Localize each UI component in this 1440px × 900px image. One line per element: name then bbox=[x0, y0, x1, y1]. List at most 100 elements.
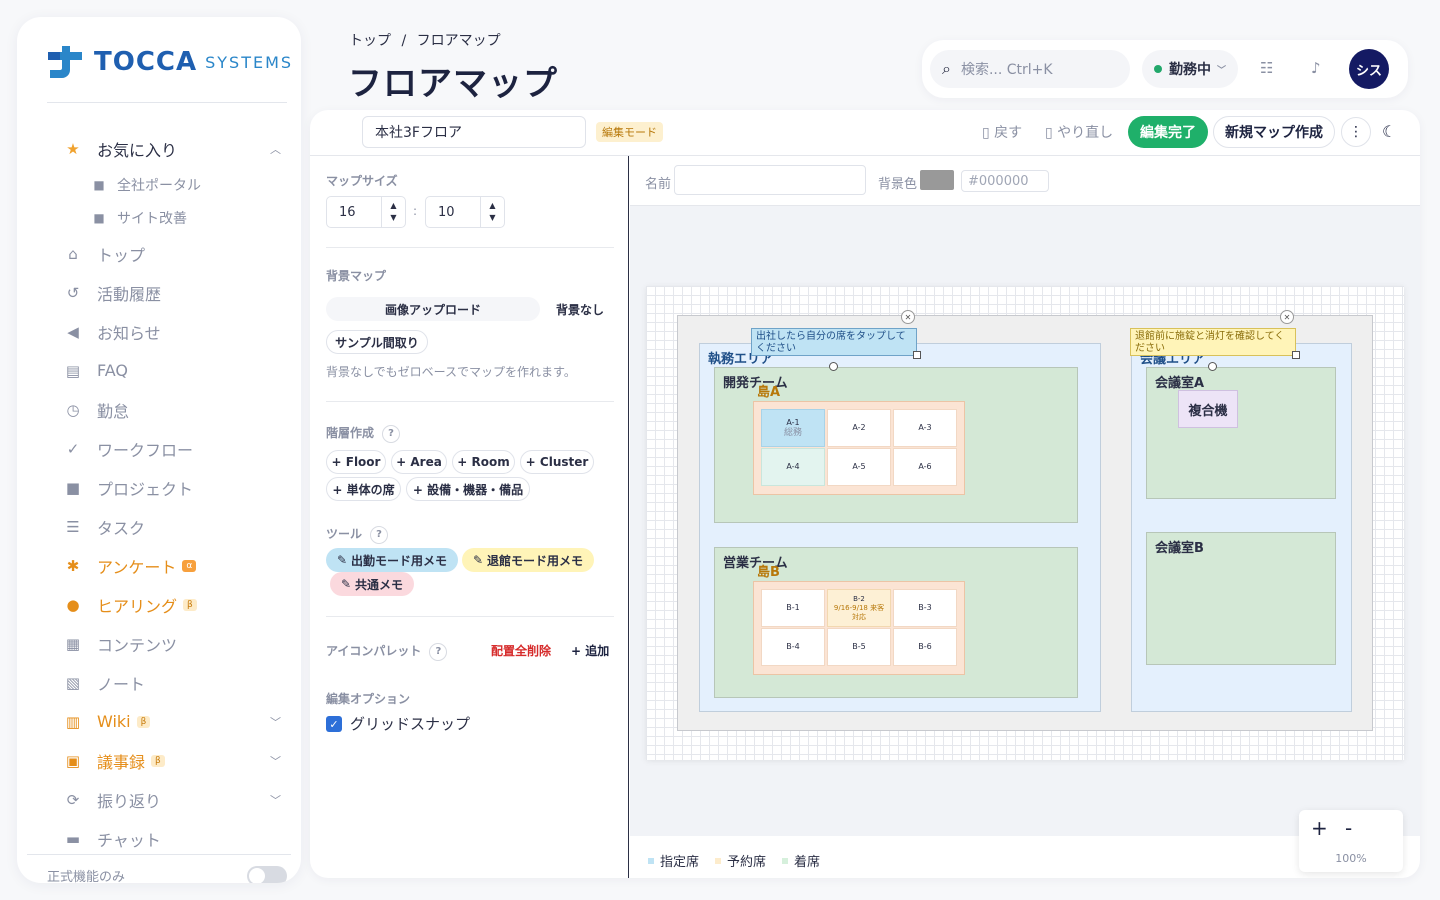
name-input[interactable] bbox=[674, 165, 866, 195]
checkin-memo[interactable]: 出社したら自分の席をタップしてください bbox=[751, 328, 917, 356]
sidebar-item-wiki[interactable]: ▥ Wiki β ﹀ bbox=[57, 702, 287, 741]
task-list-icon[interactable]: ☷ bbox=[1260, 59, 1273, 77]
sidebar-item-chat[interactable]: ▬ チャット bbox=[57, 819, 287, 858]
room-meeting-b-label: 会議室B bbox=[1155, 541, 1204, 556]
close-icon[interactable]: ✕ bbox=[1280, 310, 1294, 324]
cluster-island-b[interactable]: B-1 B-2 9/16-9/18 来客対応 B-3 B-4 B-5 B-6 bbox=[753, 581, 965, 675]
equipment-printer[interactable]: 複合機 bbox=[1178, 390, 1238, 428]
help-icon[interactable]: ? bbox=[370, 525, 389, 544]
add-single-seat-button[interactable]: + 単体の席 bbox=[326, 477, 401, 501]
search-input[interactable]: ⌕ 検索... Ctrl+K bbox=[930, 50, 1130, 88]
seat-b1[interactable]: B-1 bbox=[761, 589, 825, 627]
sidebar-item-history[interactable]: ↺ 活動履歴 bbox=[57, 273, 287, 312]
close-icon[interactable]: ✕ bbox=[901, 310, 915, 324]
floor-name-input[interactable]: 本社3Fフロア bbox=[362, 116, 586, 148]
room-meeting-a[interactable]: 会議室A 複合機 bbox=[1146, 367, 1336, 499]
checkout-memo[interactable]: 退館前に施錠と消灯を確認してください bbox=[1130, 328, 1296, 356]
seat-a5[interactable]: A-5 bbox=[827, 448, 891, 486]
seat-a6[interactable]: A-6 bbox=[893, 448, 957, 486]
seat-a4[interactable]: A-4 bbox=[761, 448, 825, 486]
chevron-down-icon[interactable]: ﹀ bbox=[270, 753, 281, 769]
redo-button[interactable]: ▯ やり直し bbox=[1045, 122, 1113, 142]
checkin-memo-tool[interactable]: ✎ 出勤モード用メモ bbox=[326, 548, 458, 572]
room-dev-team[interactable]: 開発チーム 島A A-1 総務 A-2 A-3 A-4 A-5 A-6 bbox=[714, 367, 1078, 523]
bell-icon[interactable]: ♪ bbox=[1311, 59, 1321, 77]
sidebar-item-top[interactable]: ⌂ トップ bbox=[57, 234, 287, 273]
seat-b5[interactable]: B-5 bbox=[827, 628, 891, 666]
work-area[interactable]: 執務エリア 開発チーム 島A A-1 総務 A-2 A-3 A-4 A-5 A-6 bbox=[699, 343, 1101, 712]
chevron-down-icon[interactable]: ﹀ bbox=[270, 792, 281, 808]
avatar[interactable]: シス bbox=[1349, 49, 1389, 89]
sidebar-item-workflow[interactable]: ✓ ワークフロー bbox=[57, 429, 287, 468]
seat-b4[interactable]: B-4 bbox=[761, 628, 825, 666]
add-area-button[interactable]: + Area bbox=[391, 450, 447, 474]
map-height-stepper[interactable]: 10 ▲ ▼ bbox=[425, 196, 505, 228]
seat-a1[interactable]: A-1 総務 bbox=[761, 409, 825, 447]
zoom-out-button[interactable]: - bbox=[1345, 816, 1352, 840]
sidebar-item-contents[interactable]: ▦ コンテンツ bbox=[57, 624, 287, 663]
sidebar-item-task[interactable]: ☰ タスク bbox=[57, 507, 287, 546]
delete-all-button[interactable]: 配置全削除 bbox=[491, 642, 551, 659]
floor-block[interactable]: 執務エリア 開発チーム 島A A-1 総務 A-2 A-3 A-4 A-5 A-6 bbox=[677, 310, 1373, 731]
sidebar-item-favorites[interactable]: ★ お気に入り ︿ bbox=[57, 129, 287, 168]
work-status-dropdown[interactable]: 勤務中 ﹀ bbox=[1142, 50, 1238, 88]
edit-done-button[interactable]: 編集完了 bbox=[1128, 116, 1208, 148]
chevron-down-icon[interactable]: ﹀ bbox=[270, 714, 281, 730]
sidebar-item-news[interactable]: ◀ お知らせ bbox=[57, 312, 287, 351]
dark-mode-icon[interactable]: ☾ bbox=[1382, 122, 1396, 141]
sidebar-fav-portal[interactable]: ■ 全社ポータル bbox=[57, 168, 287, 201]
sidebar-item-minutes[interactable]: ▣ 議事録 β ﹀ bbox=[57, 741, 287, 780]
more-options-icon[interactable]: ⋮ bbox=[1341, 117, 1371, 147]
memo-pointer-handle[interactable] bbox=[829, 362, 838, 371]
seat-a2[interactable]: A-2 bbox=[827, 409, 891, 447]
seat-a3[interactable]: A-3 bbox=[893, 409, 957, 447]
sidebar: TOCCA SYSTEMS ★ お気に入り ︿ ■ 全社ポータル ■ サイト改善… bbox=[17, 17, 301, 883]
help-icon[interactable]: ? bbox=[382, 424, 401, 443]
add-equipment-button[interactable]: + 設備・機器・備品 bbox=[406, 477, 530, 501]
sidebar-item-survey[interactable]: ✱ アンケート α bbox=[57, 546, 287, 585]
checkout-memo-tool[interactable]: ✎ 退館モード用メモ bbox=[462, 548, 594, 572]
new-map-button[interactable]: 新規マップ作成 bbox=[1213, 116, 1335, 148]
map-width-stepper[interactable]: 16 ▲ ▼ bbox=[326, 196, 406, 228]
canvas-background[interactable]: 執務エリア 開発チーム 島A A-1 総務 A-2 A-3 A-4 A-5 A-6 bbox=[630, 206, 1420, 872]
sidebar-fav-site[interactable]: ■ サイト改善 bbox=[57, 201, 287, 234]
official-only-toggle[interactable] bbox=[247, 866, 287, 883]
sidebar-item-attendance[interactable]: ◷ 勤怠 bbox=[57, 390, 287, 429]
bg-color-swatch[interactable] bbox=[920, 170, 954, 190]
map-grid[interactable]: 執務エリア 開発チーム 島A A-1 総務 A-2 A-3 A-4 A-5 A-6 bbox=[646, 286, 1404, 760]
grid-snap-checkbox[interactable]: ✓ bbox=[326, 716, 342, 732]
seat-b2[interactable]: B-2 9/16-9/18 来客対応 bbox=[827, 589, 891, 627]
stepper-arrows-icon[interactable]: ▲ ▼ bbox=[381, 197, 405, 227]
undo-button[interactable]: ▯ 戻す bbox=[982, 122, 1022, 142]
seat-b3[interactable]: B-3 bbox=[893, 589, 957, 627]
room-sales-team[interactable]: 営業チーム 島B B-1 B-2 9/16-9/18 来客対応 B-3 B-4 B… bbox=[714, 547, 1078, 698]
cluster-island-a[interactable]: A-1 総務 A-2 A-3 A-4 A-5 A-6 bbox=[753, 401, 965, 495]
stepper-arrows-icon[interactable]: ▲ ▼ bbox=[480, 197, 504, 227]
add-cluster-button[interactable]: + Cluster bbox=[520, 450, 594, 474]
chevron-up-icon[interactable]: ︿ bbox=[270, 141, 281, 157]
add-icon-button[interactable]: + 追加 bbox=[571, 642, 609, 659]
sidebar-item-retro[interactable]: ⟳ 振り返り ﹀ bbox=[57, 780, 287, 819]
resize-handle[interactable] bbox=[1292, 351, 1300, 359]
sidebar-item-hearing[interactable]: ● ヒアリング β bbox=[57, 585, 287, 624]
brand-logo[interactable]: TOCCA SYSTEMS bbox=[48, 44, 293, 80]
add-room-button[interactable]: + Room bbox=[452, 450, 515, 474]
image-upload-button[interactable]: 画像アップロード bbox=[326, 297, 540, 321]
bg-color-hex-input[interactable]: #000000 bbox=[961, 170, 1049, 192]
sidebar-item-note[interactable]: ▧ ノート bbox=[57, 663, 287, 702]
help-icon[interactable]: ? bbox=[429, 642, 448, 661]
room-meeting-b[interactable]: 会議室B bbox=[1146, 532, 1336, 665]
meeting-area[interactable]: 会議エリア 会議室A 複合機 会議室B bbox=[1131, 343, 1352, 712]
clock-icon: ◷ bbox=[66, 400, 80, 419]
add-floor-button[interactable]: + Floor bbox=[326, 450, 386, 474]
shared-memo-tool[interactable]: ✎ 共通メモ bbox=[330, 572, 414, 596]
sidebar-item-faq[interactable]: ▤ FAQ bbox=[57, 351, 287, 390]
memo-pointer-handle[interactable] bbox=[1208, 362, 1217, 371]
breadcrumb-home[interactable]: トップ bbox=[349, 33, 391, 49]
zoom-in-button[interactable]: + bbox=[1311, 816, 1328, 840]
resize-handle[interactable] bbox=[913, 351, 921, 359]
sample-layout-button[interactable]: サンプル間取り bbox=[326, 330, 428, 354]
no-bg-button[interactable]: 背景なし bbox=[546, 297, 614, 321]
sidebar-item-project[interactable]: ■ プロジェクト bbox=[57, 468, 287, 507]
seat-b6[interactable]: B-6 bbox=[893, 628, 957, 666]
